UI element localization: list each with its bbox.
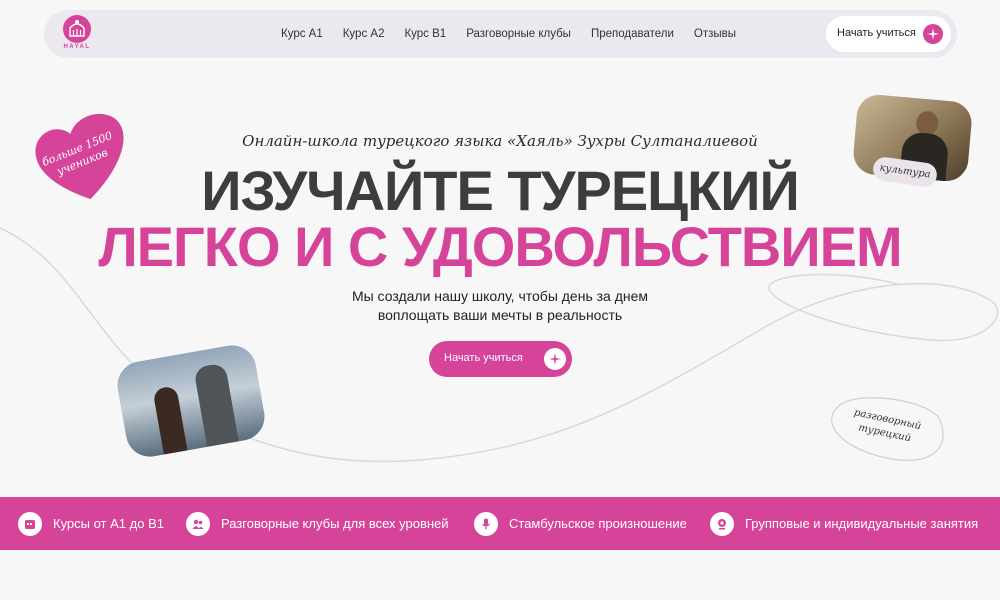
- webcam-icon: [710, 511, 734, 536]
- people-icon: [186, 511, 210, 536]
- feature-speaking-clubs: Разговорные клубы для всех уровней: [186, 497, 449, 550]
- hero-start-learning-button[interactable]: Начать учиться: [429, 341, 572, 377]
- hero-description: Мы создали нашу школу, чтобы день за дне…: [0, 287, 1000, 325]
- feature-label: Курсы от А1 до В1: [53, 516, 164, 531]
- nav-links: Курс А1 Курс А2 Курс В1 Разговорные клуб…: [281, 10, 736, 58]
- hero-description-line: Мы создали нашу школу, чтобы день за дне…: [351, 288, 649, 304]
- sparkle-icon: [544, 348, 566, 370]
- calendar-icon: [18, 511, 42, 536]
- hayal-logo[interactable]: HAYAL: [60, 15, 94, 53]
- mosque-icon: [69, 20, 85, 37]
- hero-cta-label: Начать учиться: [444, 352, 523, 364]
- nav-teachers[interactable]: Преподаватели: [591, 28, 674, 40]
- header-cta-label: Начать учиться: [837, 27, 916, 39]
- photo-figure: [193, 362, 239, 447]
- nav-course-a2[interactable]: Курс А2: [343, 28, 385, 40]
- nav-course-a1[interactable]: Курс А1: [281, 28, 323, 40]
- hero-headline-line2: ЛЕГКО И С УДОВОЛЬСТВИЕМ: [98, 215, 902, 278]
- feature-lesson-formats: Групповые и индивидуальные занятия: [710, 497, 978, 550]
- nav-reviews[interactable]: Отзывы: [694, 28, 736, 40]
- header-start-learning-button[interactable]: Начать учиться: [826, 16, 951, 52]
- feature-label: Групповые и индивидуальные занятия: [745, 516, 979, 531]
- feature-courses: Курсы от А1 до В1: [18, 497, 164, 550]
- hero-subtitle: Онлайн-школа турецкого языка «Хаяль» Зух…: [242, 132, 758, 150]
- microphone-icon: [474, 511, 498, 536]
- top-navigation: HAYAL Курс А1 Курс А2 Курс В1 Разговорны…: [44, 10, 957, 58]
- logo-mark: [63, 15, 91, 43]
- hero-description-line: воплощать ваши мечты в реальность: [377, 307, 623, 323]
- feature-label: Стамбульское произношение: [509, 516, 687, 531]
- photo-figure: [152, 385, 188, 455]
- feature-label: Разговорные клубы для всех уровней: [221, 516, 449, 531]
- nav-course-b1[interactable]: Курс В1: [404, 28, 446, 40]
- sparkle-icon: [923, 24, 943, 44]
- nav-speaking-clubs[interactable]: Разговорные клубы: [466, 28, 571, 40]
- features-strip: Курсы от А1 до В1 Разговорные клубы для …: [0, 497, 1000, 550]
- logo-text: HAYAL: [63, 44, 91, 50]
- feature-pronunciation: Стамбульское произношение: [474, 497, 687, 550]
